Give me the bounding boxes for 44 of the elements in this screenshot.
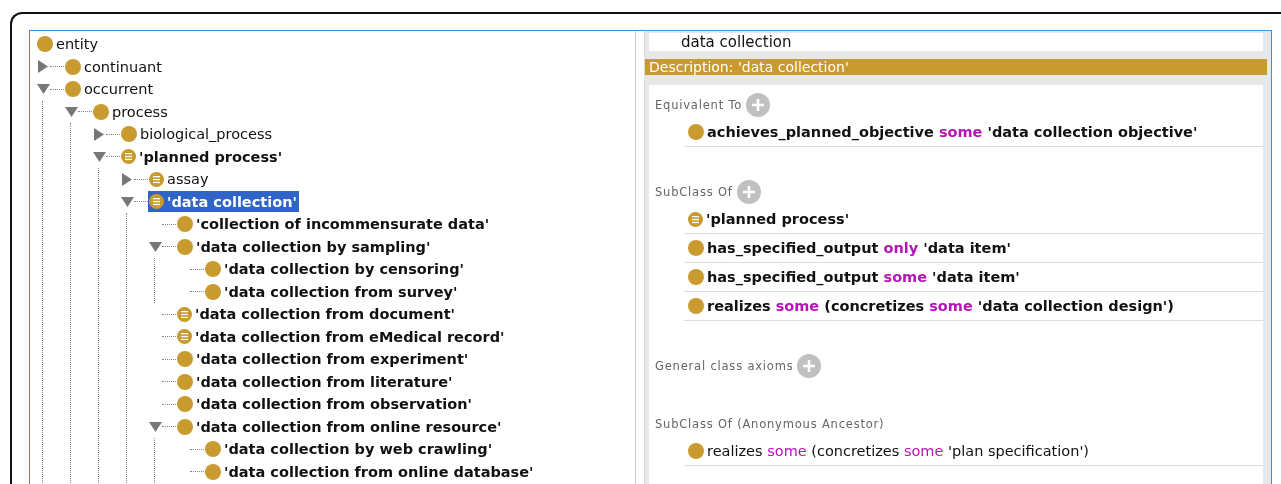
tree-item[interactable]: biological_process	[120, 123, 275, 145]
axiom-text: realizes some (concretizes some 'plan specification')	[707, 443, 1090, 459]
tree-item[interactable]: continuant	[64, 56, 164, 78]
axiom-text: 'planned process'	[706, 211, 850, 227]
tree-item[interactable]: 'data collection'	[148, 191, 299, 213]
tree-item[interactable]: 'data collection from document'	[176, 303, 457, 325]
section-title: SubClass Of (Anonymous Ancestor)	[655, 417, 885, 431]
axiom-text: achieves_planned_objective some 'data collection objective'	[707, 124, 1198, 140]
plus-icon	[741, 185, 756, 199]
tree-item[interactable]: 'data collection from eMedical record'	[176, 326, 507, 348]
collapse-arrow-icon[interactable]	[36, 84, 50, 95]
axiom-text: has_specified_output only 'data item'	[707, 240, 1011, 256]
section-title: General class axioms	[655, 359, 794, 373]
tree-item[interactable]: entity	[36, 33, 101, 55]
plus-icon	[751, 98, 766, 112]
tree-item[interactable]: 'data collection from online resource'	[176, 416, 504, 438]
tree-item[interactable]: 'data collection from experiment'	[176, 348, 471, 370]
tree-item[interactable]: 'planned process'	[120, 146, 285, 168]
tree-item[interactable]: 'data collection by sampling'	[176, 236, 433, 258]
tree-item[interactable]: assay	[148, 168, 211, 190]
description-header: Description: 'data collection'	[645, 59, 1267, 75]
axiom-text: realizes some (concretizes some 'data collection design')	[707, 298, 1174, 314]
collapse-arrow-icon[interactable]	[64, 106, 78, 117]
tree-item[interactable]: 'data collection from survey'	[204, 281, 460, 303]
expand-arrow-icon[interactable]	[38, 60, 48, 74]
expand-arrow-icon[interactable]	[122, 172, 132, 186]
expand-arrow-icon[interactable]	[94, 127, 104, 141]
collapse-arrow-icon[interactable]	[120, 196, 134, 207]
collapse-arrow-icon[interactable]	[148, 241, 162, 252]
entity-name-field: data collection	[649, 33, 1263, 51]
tree-item[interactable]: 'data collection from online database'	[204, 461, 536, 483]
tree-item[interactable]: 'data collection from observation'	[176, 393, 474, 415]
section-title: Equivalent To	[655, 98, 743, 112]
collapse-arrow-icon[interactable]	[92, 151, 106, 162]
tree-item[interactable]: process	[92, 101, 170, 123]
collapse-arrow-icon[interactable]	[148, 421, 162, 432]
axiom-text: has_specified_output some 'data item'	[707, 269, 1020, 285]
tree-item[interactable]: 'data collection by web crawling'	[204, 438, 495, 460]
tree-item[interactable]: 'data collection by censoring'	[204, 258, 466, 280]
tree-item[interactable]: 'data collection from literature'	[176, 371, 455, 393]
tree-item[interactable]: 'collection of incommensurate data'	[176, 213, 492, 235]
tree-item[interactable]: occurrent	[64, 78, 156, 100]
section-title: SubClass Of	[655, 185, 733, 199]
plus-icon	[802, 359, 817, 373]
